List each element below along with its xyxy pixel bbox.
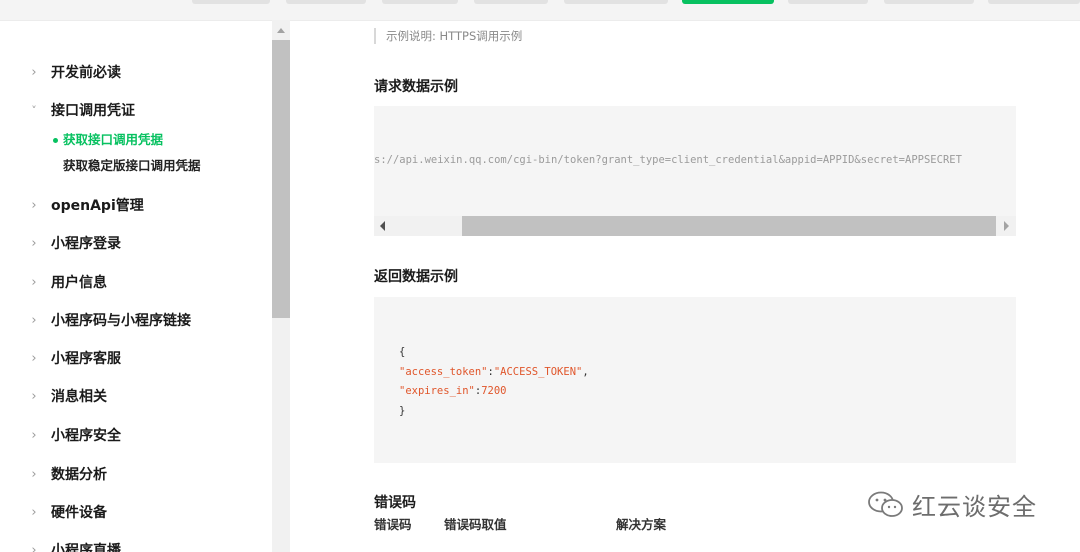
chevron-down-icon: ˅: [31, 104, 37, 117]
error-code-heading: 错误码: [374, 495, 416, 511]
sidebar-scrollbar[interactable]: [272, 20, 290, 552]
main-content: 示例说明: HTTPS调用示例 请求数据示例 s://api.weixin.qq…: [290, 20, 1080, 552]
table-header-errcode: 错误码: [374, 517, 412, 532]
sidebar-item-label: openApi管理: [51, 198, 144, 214]
sidebar-item-customer-service[interactable]: › 小程序客服: [0, 344, 272, 374]
chevron-right-icon: ›: [31, 351, 37, 366]
sidebar-item-label: 接口调用凭证: [51, 103, 135, 119]
sidebar-item-label: 消息相关: [51, 389, 107, 405]
top-tab[interactable]: [988, 0, 1080, 4]
watermark-text: 红云谈安全: [912, 492, 1037, 521]
response-code-block: { "access_token":"ACCESS_TOKEN", "expire…: [374, 297, 1016, 463]
sidebar-item-qrcode-link[interactable]: › 小程序码与小程序链接: [0, 306, 272, 336]
json-key: "access_token": [399, 365, 488, 378]
chevron-right-icon: ›: [31, 505, 37, 520]
sidebar-item-label: 开发前必读: [51, 65, 121, 81]
request-code: s://api.weixin.qq.com/cgi-bin/token?gran…: [374, 154, 962, 166]
top-tab-active[interactable]: [682, 0, 774, 4]
scrollbar-thumb[interactable]: [462, 216, 996, 236]
response-json: { "access_token":"ACCESS_TOKEN", "expire…: [399, 346, 589, 417]
table-header-errvalue: 错误码取值: [444, 517, 507, 532]
sidebar-item-label: 用户信息: [51, 275, 107, 291]
request-code-block: s://api.weixin.qq.com/cgi-bin/token?gran…: [374, 106, 1016, 236]
sidebar-subitem-label: 获取接口调用凭据: [63, 132, 164, 147]
json-key: "expires_in": [399, 385, 475, 397]
sidebar-subitem-get-stable-token[interactable]: 获取稳定版接口调用凭据: [0, 154, 272, 178]
sidebar-item-hardware[interactable]: › 硬件设备: [0, 498, 272, 528]
sidebar-item-openapi[interactable]: › openApi管理: [0, 191, 272, 221]
sidebar-item-label: 小程序码与小程序链接: [51, 313, 191, 329]
chevron-right-icon: ›: [31, 65, 37, 80]
chevron-right-icon: ›: [31, 198, 37, 213]
json-value: "ACCESS_TOKEN": [493, 365, 583, 378]
top-tab[interactable]: [192, 0, 270, 4]
top-tab[interactable]: [788, 0, 868, 4]
top-tab-bar: [0, 0, 1080, 21]
json-open-brace: {: [399, 346, 406, 358]
sidebar-item-label: 小程序安全: [51, 428, 121, 444]
scrollbar-thumb[interactable]: [272, 40, 290, 318]
top-tab[interactable]: [884, 0, 974, 4]
sidebar-item-label: 小程序客服: [51, 351, 121, 367]
sidebar-subitem-label: 获取稳定版接口调用凭据: [63, 158, 201, 173]
wechat-icon: [868, 491, 903, 517]
sidebar-item-label: 硬件设备: [51, 505, 107, 521]
scroll-up-arrow-icon[interactable]: [272, 24, 290, 38]
sidebar-item-login[interactable]: › 小程序登录: [0, 229, 272, 259]
sidebar-item-messages[interactable]: › 消息相关: [0, 382, 272, 412]
sidebar-item-analytics[interactable]: › 数据分析: [0, 460, 272, 490]
sidebar-item-live[interactable]: › 小程序直播: [0, 536, 272, 552]
json-close-brace: }: [399, 404, 406, 417]
active-dot-icon: [53, 138, 58, 143]
scroll-left-arrow-icon[interactable]: [380, 221, 385, 231]
sidebar-item-user-info[interactable]: › 用户信息: [0, 268, 272, 298]
top-tab[interactable]: [564, 0, 668, 4]
chevron-right-icon: ›: [31, 236, 37, 251]
sidebar-item-security[interactable]: › 小程序安全: [0, 421, 272, 451]
json-value: 7200: [481, 385, 507, 397]
code-hscrollbar[interactable]: [374, 216, 1016, 236]
chevron-right-icon: ›: [31, 389, 37, 404]
watermark: 红云谈安全: [866, 486, 1037, 522]
chevron-right-icon: ›: [31, 543, 37, 552]
scroll-right-arrow-icon[interactable]: [1004, 221, 1009, 231]
sidebar-item-dev-readme[interactable]: › 开发前必读: [0, 58, 272, 88]
sidebar-item-label: 数据分析: [51, 467, 107, 483]
sidebar-subitem-get-token[interactable]: 获取接口调用凭据: [0, 128, 272, 152]
top-tab[interactable]: [382, 0, 458, 4]
chevron-right-icon: ›: [31, 313, 37, 328]
sidebar-item-label: 小程序登录: [51, 236, 121, 252]
request-heading: 请求数据示例: [374, 79, 458, 95]
top-tab[interactable]: [286, 0, 366, 4]
chevron-right-icon: ›: [31, 467, 37, 482]
example-note: 示例说明: HTTPS调用示例: [374, 28, 522, 44]
sidebar-item-access-credential[interactable]: ˅ 接口调用凭证: [0, 96, 272, 126]
sidebar-item-label: 小程序直播: [51, 543, 121, 552]
chevron-right-icon: ›: [31, 428, 37, 443]
chevron-right-icon: ›: [31, 275, 37, 290]
sidebar-nav: › 开发前必读 ˅ 接口调用凭证 获取接口调用凭据 获取稳定版接口调用凭据 › …: [0, 20, 272, 552]
response-heading: 返回数据示例: [374, 269, 458, 285]
top-tab[interactable]: [474, 0, 548, 4]
table-header-solution: 解决方案: [616, 517, 667, 532]
